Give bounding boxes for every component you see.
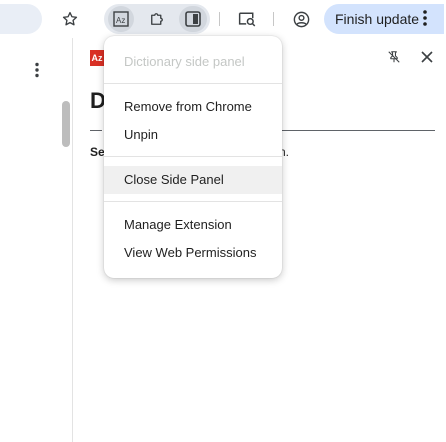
menu-separator — [104, 201, 282, 202]
menu-item-remove-from-chrome[interactable]: Remove from Chrome — [104, 93, 282, 121]
dictionary-icon: Az — [113, 11, 129, 27]
profile-icon — [293, 11, 309, 27]
menu-separator — [104, 83, 282, 84]
puzzle-icon — [151, 13, 163, 25]
omnibox-edge[interactable] — [0, 4, 42, 34]
dictionary-logo: Az — [90, 50, 104, 66]
scrollbar-thumb[interactable] — [62, 101, 70, 147]
finish-update-button[interactable]: Finish update — [324, 4, 444, 34]
finish-update-label: Finish update — [335, 11, 420, 27]
menu-title: Dictionary side panel — [124, 54, 245, 69]
toolbar-divider — [219, 12, 220, 26]
heading-rule — [90, 130, 102, 131]
page-menu-icon[interactable] — [34, 62, 40, 83]
browser-toolbar: Az Finish update — [0, 0, 446, 38]
extensions-puzzle-button[interactable] — [143, 5, 171, 33]
close-icon[interactable] — [420, 50, 434, 69]
menu-item-close-side-panel[interactable]: Close Side Panel — [104, 166, 282, 194]
search-tabs-button[interactable] — [233, 5, 261, 33]
unpin-icon[interactable] — [387, 50, 401, 69]
page-content — [0, 38, 72, 442]
heading-rule — [281, 130, 435, 131]
menu-item-manage-extension[interactable]: Manage Extension — [104, 211, 282, 239]
svg-text:Az: Az — [116, 16, 125, 25]
menu-item-unpin[interactable]: Unpin — [104, 121, 282, 149]
menu-item-view-web-permissions[interactable]: View Web Permissions — [104, 239, 282, 267]
side-panel-icon — [185, 11, 201, 27]
dictionary-extension-button[interactable]: Az — [108, 6, 134, 32]
vertical-dots-icon — [422, 9, 428, 30]
toolbar-divider — [273, 12, 274, 26]
bookmark-star-icon[interactable] — [56, 5, 84, 33]
extension-context-menu: Dictionary side panel Remove from Chrome… — [104, 36, 282, 278]
search-tab-icon — [238, 12, 256, 27]
side-panel-subtext: Se — [90, 145, 105, 159]
side-panel-button[interactable] — [179, 6, 207, 32]
profile-button[interactable] — [287, 5, 315, 33]
menu-separator — [104, 156, 282, 157]
